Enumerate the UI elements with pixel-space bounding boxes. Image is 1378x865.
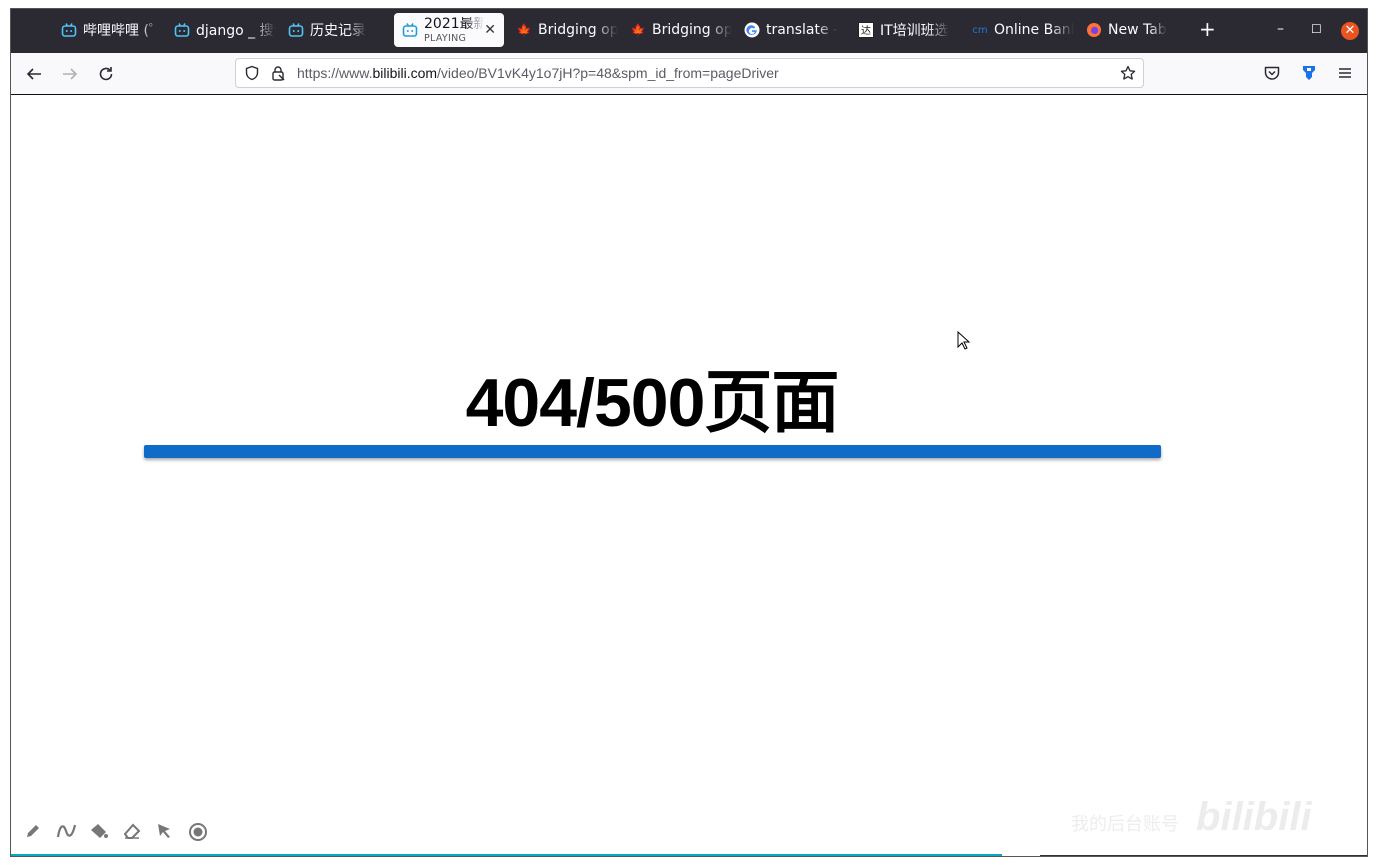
annotation-toolbar <box>23 822 208 842</box>
tab-title: translate - <box>766 22 839 38</box>
reload-button[interactable] <box>95 63 117 85</box>
tab-title: 历史记录 <box>310 23 366 39</box>
bank-icon: cm <box>972 24 988 36</box>
tab-title: Bridging open <box>538 22 618 38</box>
tab-new-tab[interactable]: New Tab <box>1078 13 1188 47</box>
forward-button[interactable] <box>59 63 81 85</box>
watermark-text: 我的后台账号 <box>1071 814 1179 834</box>
accent-bar <box>144 445 1161 458</box>
curve-icon[interactable] <box>56 822 77 842</box>
video-progress-remaining[interactable] <box>1040 855 1367 856</box>
bilibili-icon <box>288 22 304 38</box>
tab-title: IT培训班选 <box>880 23 949 39</box>
browser-window: 哔哩哔哩 (゜-゜)つロ 干杯~ django _ 搜索结果 历史记录 2021… <box>10 8 1368 857</box>
bilibili-watermark: 我的后台账号 bilibili <box>1071 795 1312 840</box>
tab-bridging-2[interactable]: 🍁 Bridging open <box>622 13 732 47</box>
close-tab-icon[interactable]: ✕ <box>484 22 496 38</box>
page-headline: 404/500页面 <box>465 365 840 441</box>
menu-icon[interactable] <box>1336 64 1356 84</box>
firefox-icon <box>1086 22 1102 38</box>
tab-title: 哔哩哔哩 (゜-゜)つロ 干杯~ <box>83 23 163 39</box>
url-scheme: https://www. <box>297 65 373 81</box>
tab-history[interactable]: 历史记录 <box>280 13 390 47</box>
bilibili-icon <box>61 22 77 38</box>
pointer-icon[interactable] <box>155 822 175 842</box>
watermark-logo: bilibili <box>1196 795 1312 839</box>
tab-strip: 哔哩哔哩 (゜-゜)つロ 干杯~ django _ 搜索结果 历史记录 2021… <box>11 9 1367 53</box>
tab-title: Online Bank <box>994 22 1074 38</box>
tab-title: 2021最新 <box>424 16 484 31</box>
it-icon: 达 <box>858 22 874 38</box>
url-host: bilibili.com <box>372 65 438 81</box>
tab-bridging-1[interactable]: 🍁 Bridging open <box>508 13 618 47</box>
back-button[interactable] <box>23 63 45 85</box>
pencil-icon[interactable] <box>23 822 43 842</box>
bookmark-star-icon[interactable] <box>1120 65 1136 81</box>
address-bar[interactable]: https://www.bilibili.com/video/BV1vK4y1o… <box>235 58 1144 88</box>
tab-translate[interactable]: translate - <box>736 13 846 47</box>
close-window-button[interactable]: ✕ <box>1341 22 1359 40</box>
maximize-button[interactable]: ☐ <box>1311 22 1322 36</box>
url-text[interactable]: https://www.bilibili.com/video/BV1vK4y1o… <box>297 65 779 81</box>
tab-title: Bridging open <box>652 22 732 38</box>
bilibili-icon <box>174 22 190 38</box>
tab-label-stack: 2021最新 PLAYING <box>424 17 484 44</box>
svg-text:达: 达 <box>861 25 871 37</box>
video-player[interactable]: 404/500页面 我的后台账号 bilibili <box>11 95 1367 856</box>
tab-django-search[interactable]: django _ 搜索结果 <box>166 13 276 47</box>
extension-icon[interactable] <box>1300 64 1320 84</box>
tab-title: New Tab <box>1108 22 1167 38</box>
maple-leaf-icon: 🍁 <box>630 23 646 37</box>
tab-title: django _ 搜索结果 <box>196 23 276 39</box>
tab-it-training[interactable]: 达 IT培训班选 <box>850 13 960 47</box>
url-path: /video/BV1vK4y1o7jH?p=48&spm_id_from=pag… <box>437 65 779 81</box>
tab-online-bank[interactable]: cm Online Bank <box>964 13 1074 47</box>
lock-icon[interactable] <box>270 65 286 81</box>
tab-active-video[interactable]: 2021最新 PLAYING ✕ <box>394 13 504 47</box>
record-icon[interactable] <box>188 822 208 842</box>
video-progress-played[interactable] <box>11 854 1002 856</box>
new-tab-button[interactable]: + <box>1199 19 1216 39</box>
playing-indicator: PLAYING <box>424 32 467 44</box>
navigation-bar: https://www.bilibili.com/video/BV1vK4y1o… <box>11 53 1367 95</box>
minimize-button[interactable]: – <box>1277 21 1284 37</box>
maple-leaf-icon: 🍁 <box>516 23 532 37</box>
mouse-cursor-icon <box>957 330 971 355</box>
pocket-icon[interactable] <box>1263 64 1283 84</box>
google-icon <box>744 22 760 38</box>
tab-bilibili-home[interactable]: 哔哩哔哩 (゜-゜)つロ 干杯~ <box>53 13 163 47</box>
eraser-icon[interactable] <box>122 822 142 842</box>
bilibili-icon <box>402 22 418 38</box>
fill-bucket-icon[interactable] <box>89 822 109 842</box>
shield-icon[interactable] <box>244 65 260 81</box>
